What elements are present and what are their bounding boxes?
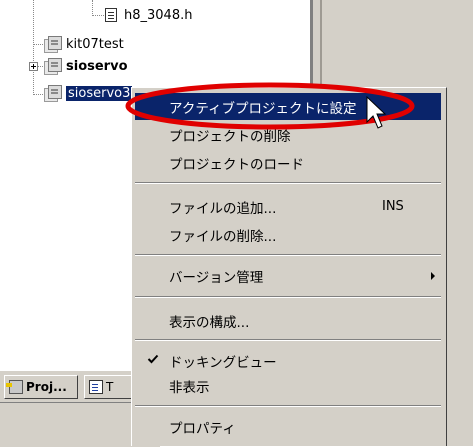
menu-item-configure-view[interactable]: 表示の構成... (135, 307, 441, 334)
project-icon (44, 58, 62, 75)
tree-line (33, 44, 43, 45)
context-menu: アクティブプロジェクトに設定 プロジェクトの削除 プロジェクトのロード ファイル… (131, 87, 447, 446)
file-icon (105, 8, 117, 22)
tree-node-label: h8_3048.h (124, 7, 193, 23)
tree-line (33, 94, 43, 95)
menu-item-add-files[interactable]: ファイルの追加... INS (135, 193, 441, 220)
menu-item-version-control[interactable]: バージョン管理 (135, 262, 441, 289)
menu-item-load-project[interactable]: プロジェクトのロード (135, 149, 441, 176)
tab-label: Proj... (26, 380, 67, 394)
menu-item-label: プロジェクトのロード (169, 156, 304, 173)
menu-item-label: プロジェクトの削除 (169, 128, 291, 145)
menu-item-label: ドッキングビュー (169, 354, 277, 371)
tree-node-kit07test[interactable]: kit07test (44, 35, 124, 53)
tree-line (92, 0, 93, 16)
tree-node-sioservo[interactable]: sioservo (44, 57, 128, 75)
project-icon (44, 85, 62, 102)
tree-line (33, 0, 34, 95)
menu-separator (135, 296, 441, 298)
menu-item-remove-files[interactable]: ファイルの削除... (135, 221, 441, 248)
tree-line (38, 66, 43, 67)
tree-node-label: kit07test (66, 36, 124, 52)
menu-separator (135, 405, 441, 407)
tab-templates[interactable]: T (84, 375, 136, 399)
project-icon (44, 36, 62, 53)
expand-toggle[interactable] (29, 62, 38, 71)
menu-item-label: 表示の構成... (169, 314, 250, 331)
menu-item-label: アクティブプロジェクトに設定 (169, 100, 357, 117)
menu-item-remove-project[interactable]: プロジェクトの削除 (135, 121, 441, 148)
tab-label: T (106, 380, 114, 394)
menu-item-properties[interactable]: プロパティ (135, 413, 441, 440)
menu-item-label: ファイルの追加... (169, 200, 277, 217)
menu-item-label: ファイルの削除... (169, 228, 277, 245)
tree-line (92, 15, 104, 16)
menu-item-label: 非表示 (169, 379, 210, 396)
menu-item-docking-view[interactable]: ドッキングビュー (135, 347, 441, 374)
menu-item-set-active-project[interactable]: アクティブプロジェクトに設定 (135, 93, 441, 120)
tree-node-h8-3048[interactable]: h8_3048.h (105, 6, 192, 24)
menu-item-hide[interactable]: 非表示 (135, 372, 441, 399)
tab-projects[interactable]: Proj... (4, 375, 78, 399)
menu-item-shortcut: INS (382, 199, 404, 214)
tree-node-label: sioservo3 (64, 84, 134, 102)
project-tab-icon (6, 380, 23, 394)
menu-item-label: バージョン管理 (169, 269, 264, 286)
menu-separator (135, 254, 441, 256)
tree-node-sioservo3[interactable]: sioservo3 (44, 84, 134, 102)
menu-item-label: プロパティ (169, 420, 236, 437)
checkmark-icon (147, 354, 159, 364)
menu-separator (135, 182, 441, 184)
tree-node-label: sioservo (66, 58, 128, 74)
file-tab-icon (89, 380, 103, 394)
menu-separator (135, 339, 441, 341)
submenu-arrow-icon (431, 272, 435, 280)
